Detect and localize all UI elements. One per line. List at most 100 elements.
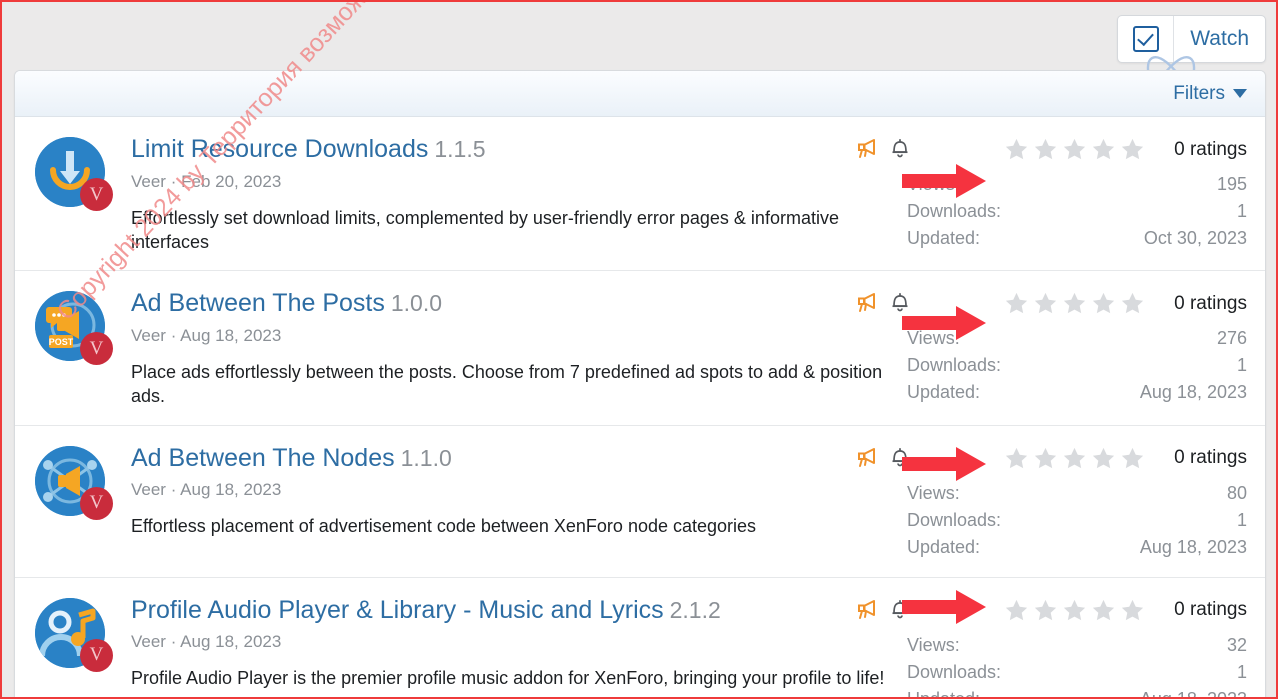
stat-views-row: Views: 80 bbox=[907, 480, 1247, 507]
resource-avatar-wrap: V bbox=[35, 133, 131, 254]
resource-avatar-wrap: POST V bbox=[35, 287, 131, 408]
resource-version: 2.1.2 bbox=[669, 596, 721, 623]
megaphone-icon[interactable] bbox=[857, 137, 881, 159]
resource-author-link[interactable]: Veer bbox=[131, 480, 166, 499]
updated-label: Updated: bbox=[907, 382, 981, 403]
download-arrow-icon[interactable]: V bbox=[35, 137, 113, 211]
star-rating[interactable] bbox=[1004, 291, 1145, 316]
views-label: Views: bbox=[907, 174, 960, 194]
megaphone-post-icon[interactable]: POST V bbox=[35, 291, 113, 366]
resource-title-link[interactable]: Profile Audio Player & Library - Music a… bbox=[131, 596, 664, 624]
resource-title-line: Limit Resource Downloads 1.1.5 bbox=[131, 135, 907, 164]
star-icon[interactable] bbox=[1062, 598, 1087, 623]
star-icon[interactable] bbox=[1004, 598, 1029, 623]
resource-author-link[interactable]: Veer bbox=[131, 172, 166, 191]
star-icon[interactable] bbox=[1033, 598, 1058, 623]
resource-list-header: Filters bbox=[15, 71, 1265, 117]
bell-icon[interactable] bbox=[890, 446, 910, 468]
filters-button[interactable]: Filters bbox=[1173, 83, 1247, 105]
star-icon[interactable] bbox=[1033, 446, 1058, 471]
meta-separator: · bbox=[170, 326, 181, 346]
watch-checkbox-button[interactable] bbox=[1118, 16, 1175, 62]
filters-label: Filters bbox=[1173, 82, 1225, 104]
resource-row[interactable]: V Profile Audio Player & Library - Music… bbox=[15, 578, 1265, 699]
star-icon[interactable] bbox=[1062, 291, 1087, 316]
star-icon[interactable] bbox=[1004, 137, 1029, 162]
verified-author-badge: V bbox=[80, 332, 113, 366]
megaphone-icon[interactable] bbox=[857, 598, 881, 620]
verified-author-badge: V bbox=[80, 178, 113, 211]
resource-action-icons bbox=[857, 137, 910, 159]
star-icon[interactable] bbox=[1120, 291, 1145, 316]
stat-views-row: Views: 195 bbox=[907, 171, 1247, 198]
stat-views-row: Views: 32 bbox=[907, 632, 1247, 659]
star-icon[interactable] bbox=[1091, 291, 1116, 316]
star-icon[interactable] bbox=[1120, 446, 1145, 471]
views-label: Views: bbox=[907, 482, 960, 503]
profile-music-icon[interactable]: V bbox=[35, 597, 113, 672]
views-value: 32 bbox=[1226, 634, 1247, 655]
bell-icon[interactable] bbox=[890, 291, 910, 313]
star-icon[interactable] bbox=[1062, 446, 1087, 471]
resource-title-link[interactable]: Ad Between The Nodes bbox=[131, 444, 395, 472]
resource-stats-column: 0 ratings Views: 32 Downloads: 1 Updated… bbox=[858, 594, 1247, 699]
resource-meta-line: Veer · Aug 18, 2023 bbox=[131, 480, 907, 500]
stat-downloads-row: Downloads: 1 bbox=[907, 507, 1247, 534]
resource-main-column: Limit Resource Downloads 1.1.5 Veer · Feb… bbox=[131, 133, 907, 254]
resource-author-link[interactable]: Veer bbox=[131, 326, 166, 345]
star-icon[interactable] bbox=[1120, 137, 1145, 162]
megaphone-icon[interactable] bbox=[857, 446, 881, 468]
stat-updated-row: Updated: Aug 18, 2023 bbox=[907, 534, 1247, 561]
resource-rating-line: 0 ratings bbox=[907, 598, 1247, 623]
updated-value: Aug 18, 2023 bbox=[1139, 688, 1247, 699]
resource-avatar-wrap: V bbox=[35, 442, 131, 561]
resource-action-icons bbox=[857, 446, 910, 468]
resource-stats-column: 0 ratings Views: 80 Downloads: 1 Updated… bbox=[858, 442, 1247, 561]
checkbox-checked-icon[interactable] bbox=[1132, 26, 1159, 52]
watch-button[interactable]: Watch bbox=[1174, 16, 1265, 62]
star-rating[interactable] bbox=[1004, 137, 1145, 162]
resource-list-card: Filters V Limit Resource Downloads 1.1.5 … bbox=[14, 70, 1266, 699]
resource-stats-column: 0 ratings Views: 195 Downloads: 1 Update… bbox=[858, 133, 1247, 254]
star-rating[interactable] bbox=[1004, 446, 1145, 471]
views-value: 80 bbox=[1226, 482, 1247, 503]
resource-meta-line: Veer · Feb 20, 2023 bbox=[131, 172, 907, 192]
resource-author-link[interactable]: Veer bbox=[131, 632, 166, 651]
bell-icon[interactable] bbox=[890, 137, 910, 159]
downloads-value: 1 bbox=[1236, 355, 1247, 376]
star-icon[interactable] bbox=[1062, 137, 1087, 162]
downloads-value: 1 bbox=[1236, 661, 1247, 682]
downloads-label: Downloads: bbox=[907, 509, 1002, 530]
star-icon[interactable] bbox=[1033, 291, 1058, 316]
resource-meta-line: Veer · Aug 18, 2023 bbox=[131, 326, 907, 346]
megaphone-nodes-icon[interactable]: V bbox=[35, 445, 113, 520]
resource-title-line: Ad Between The Nodes 1.1.0 bbox=[131, 444, 907, 473]
star-icon[interactable] bbox=[1033, 137, 1058, 162]
chevron-down-icon bbox=[1233, 89, 1247, 98]
megaphone-icon[interactable] bbox=[857, 291, 881, 313]
star-icon[interactable] bbox=[1091, 137, 1116, 162]
star-icon[interactable] bbox=[1120, 598, 1145, 623]
resource-description: Profile Audio Player is the premier prof… bbox=[131, 668, 885, 689]
resource-title-link[interactable]: Limit Resource Downloads bbox=[131, 135, 428, 163]
resource-row[interactable]: V Limit Resource Downloads 1.1.5 Veer · F… bbox=[15, 117, 1265, 272]
star-icon[interactable] bbox=[1004, 446, 1029, 471]
resource-description: Effortlessly set download limits, comple… bbox=[131, 207, 839, 253]
star-icon[interactable] bbox=[1091, 446, 1116, 471]
bell-icon[interactable] bbox=[890, 598, 910, 620]
resource-posted-date: Aug 18, 2023 bbox=[180, 632, 282, 652]
resource-row[interactable]: V Ad Between The Nodes 1.1.0 Veer · Aug 1… bbox=[15, 426, 1265, 578]
downloads-value: 1 bbox=[1236, 201, 1247, 221]
resource-title-line: Ad Between The Posts 1.0.0 bbox=[131, 289, 907, 318]
downloads-label: Downloads: bbox=[907, 201, 1002, 221]
downloads-value: 1 bbox=[1236, 509, 1247, 530]
resource-row[interactable]: POST V Ad Between The Posts 1.0.0 Veer · … bbox=[15, 271, 1265, 426]
stat-updated-row: Updated: Aug 18, 2023 bbox=[907, 379, 1247, 406]
resource-rows: V Limit Resource Downloads 1.1.5 Veer · F… bbox=[15, 117, 1265, 699]
star-icon[interactable] bbox=[1091, 598, 1116, 623]
star-icon[interactable] bbox=[1004, 291, 1029, 316]
resource-title-link[interactable]: Ad Between The Posts bbox=[131, 289, 385, 317]
star-rating[interactable] bbox=[1004, 598, 1145, 623]
updated-label: Updated: bbox=[907, 228, 981, 248]
views-value: 276 bbox=[1216, 328, 1247, 349]
